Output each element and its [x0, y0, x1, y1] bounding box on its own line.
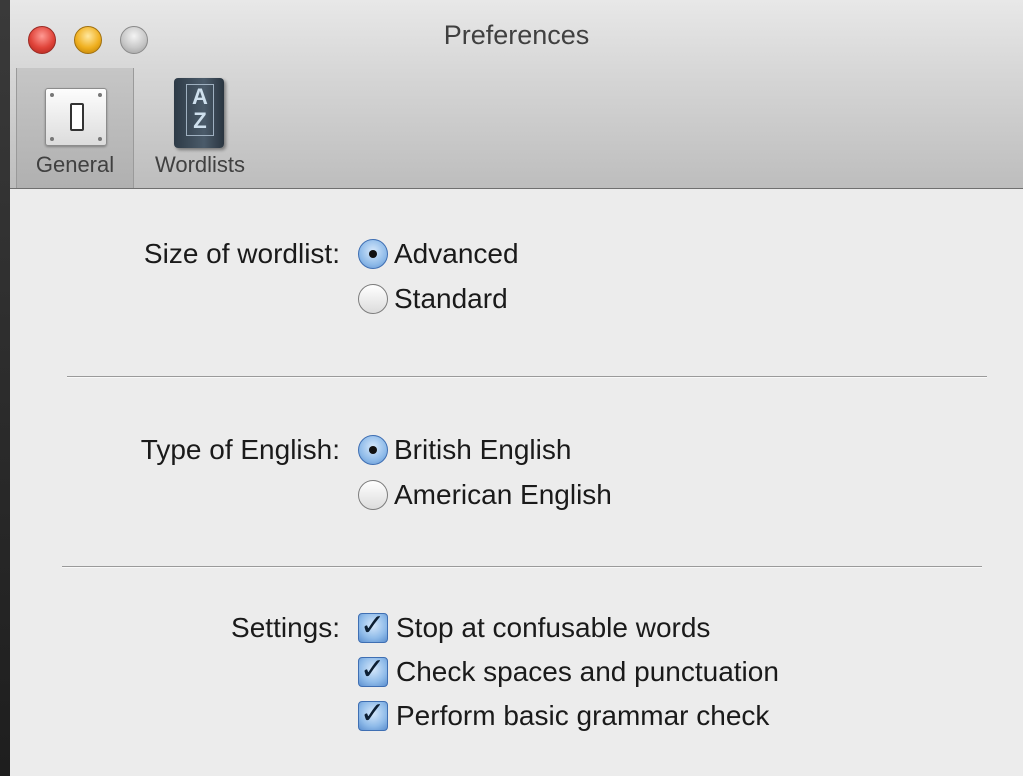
- section-divider: [62, 566, 982, 568]
- tab-wordlists-label: Wordlists: [154, 152, 246, 177]
- radio-advanced[interactable]: Advanced: [358, 238, 519, 270]
- desktop-backdrop: [0, 0, 10, 776]
- checkbox-stop-at-confusable-words-label: Stop at confusable words: [396, 612, 711, 643]
- radio-advanced-label: Advanced: [394, 238, 519, 269]
- radio-button-selected[interactable]: [358, 435, 388, 465]
- settings-label: Settings:: [231, 612, 340, 643]
- book-icon: A Z: [174, 78, 224, 148]
- radio-american-english-label: American English: [394, 479, 612, 510]
- checkbox[interactable]: ✓: [358, 697, 388, 731]
- checkbox-perform-basic-grammar-check-label: Perform basic grammar check: [396, 700, 770, 731]
- section-divider: [67, 376, 987, 378]
- checkmark-icon: ✓: [360, 653, 386, 686]
- checkbox-stop-at-confusable-words[interactable]: ✓ Stop at confusable words: [358, 609, 711, 644]
- radio-standard-label: Standard: [394, 283, 508, 314]
- switch-icon: [45, 88, 107, 146]
- book-letter-top: A: [192, 84, 208, 109]
- radio-british-english-label: British English: [394, 434, 572, 465]
- radio-american-english[interactable]: American English: [358, 479, 612, 511]
- radio-button[interactable]: [358, 480, 388, 510]
- preferences-window: Preferences General A Z Wordlists Size o…: [10, 0, 1023, 776]
- tab-general[interactable]: General: [16, 68, 134, 188]
- book-letter-bottom: Z: [193, 108, 207, 133]
- radio-button-selected[interactable]: [358, 239, 388, 269]
- tab-general-label: General: [35, 152, 115, 177]
- checkbox-perform-basic-grammar-check[interactable]: ✓ Perform basic grammar check: [358, 697, 770, 732]
- checkbox[interactable]: ✓: [358, 653, 388, 687]
- title-bar: Preferences General A Z Wordlists: [10, 0, 1023, 189]
- window-title: Preferences: [443, 20, 590, 50]
- checkbox-check-spaces-and-punctuation-label: Check spaces and punctuation: [396, 656, 779, 687]
- checkbox-check-spaces-and-punctuation[interactable]: ✓ Check spaces and punctuation: [358, 653, 779, 688]
- checkbox[interactable]: ✓: [358, 609, 388, 643]
- type-of-english-label: Type of English:: [140, 434, 340, 465]
- checkmark-icon: ✓: [360, 609, 386, 642]
- radio-button[interactable]: [358, 284, 388, 314]
- radio-british-english[interactable]: British English: [358, 434, 571, 466]
- tab-wordlists[interactable]: A Z Wordlists: [140, 68, 260, 188]
- radio-standard[interactable]: Standard: [358, 283, 508, 315]
- size-of-wordlist-label: Size of wordlist:: [143, 238, 340, 269]
- checkmark-icon: ✓: [360, 697, 386, 730]
